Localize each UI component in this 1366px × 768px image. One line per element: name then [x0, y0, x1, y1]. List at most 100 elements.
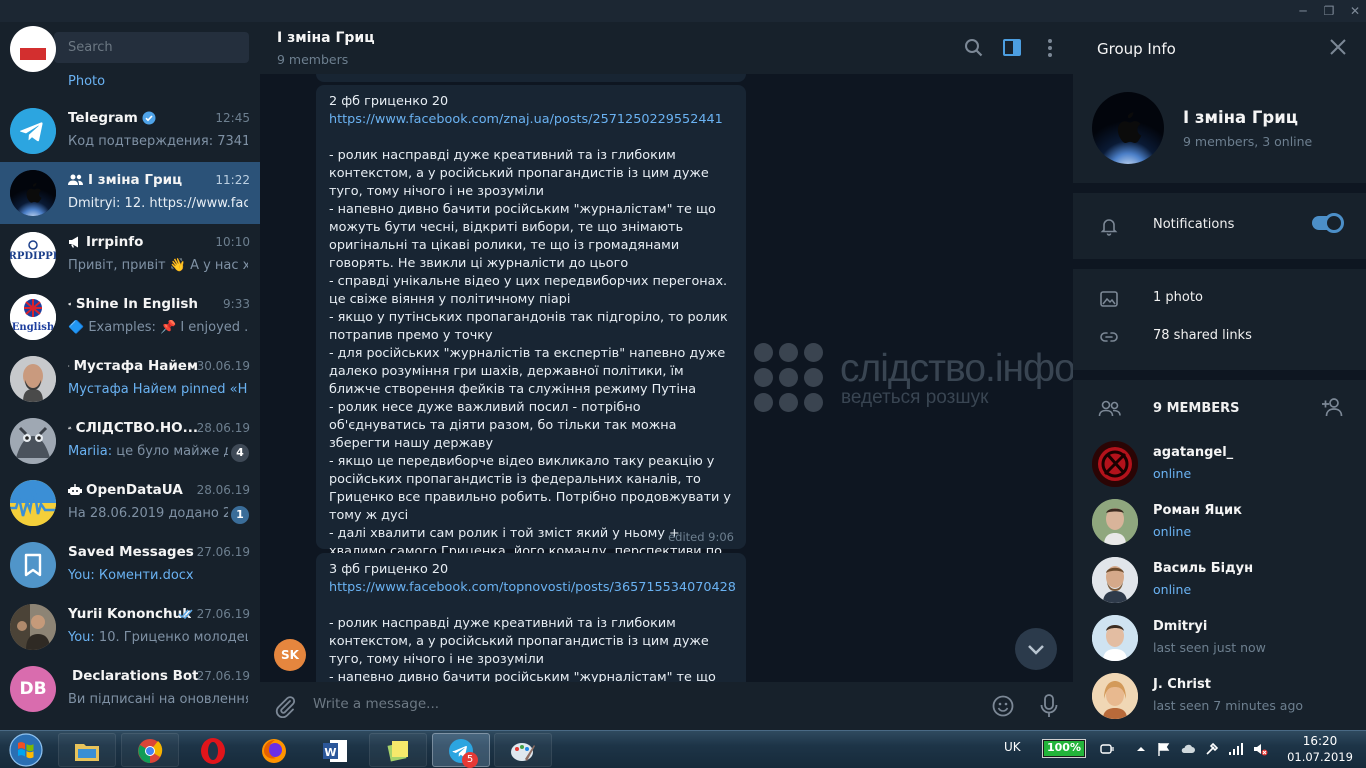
member-status: last seen 7 minutes ago	[1153, 698, 1304, 713]
plug-icon[interactable]	[1099, 741, 1115, 757]
chat-item-yurii-kononchuk[interactable]: Yurii Kononchuk 27.06.19 You: 10. Грицен…	[0, 596, 260, 658]
chat-time: 11:22	[215, 173, 250, 187]
toggle-info-button[interactable]	[1000, 36, 1024, 60]
add-member-icon[interactable]	[1321, 396, 1345, 418]
close-icon	[1330, 39, 1346, 55]
member-name: agatangel_	[1153, 445, 1234, 460]
chat-item-irrpinfo[interactable]: RPDIPPI Irrpinfo 10:10 Привіт, привіт 👋 …	[0, 224, 260, 286]
chat-panel: І зміна Гриц 9 members 2 фб гриценко 20 …	[260, 22, 1073, 730]
divider	[1073, 259, 1366, 269]
nayem-avatar	[10, 356, 56, 402]
member-name: Dmitryi	[1153, 619, 1208, 634]
telegram-window: ─ ❐ ✕ Search Photo Telegram 12:45 Код по…	[0, 0, 1366, 768]
show-hidden-icons[interactable]	[1133, 741, 1149, 757]
member-item[interactable]: Василь Бідун online	[1073, 551, 1366, 609]
clock-date[interactable]: 01.07.2019	[1282, 750, 1358, 764]
chat-time: 27.06.19	[196, 545, 250, 559]
taskbar-telegram[interactable]: 5	[432, 733, 490, 768]
chat-item-saved-messages[interactable]: Saved Messages 27.06.19 You: Коменти.doc…	[0, 534, 260, 596]
bell-icon	[1100, 219, 1118, 236]
chat-time: 28.06.19	[196, 483, 250, 497]
search-icon	[965, 39, 983, 57]
chat-item-telegram[interactable]: Telegram 12:45 Код подтверждения: 73414.…	[0, 100, 260, 162]
close-info-button[interactable]	[1329, 38, 1347, 56]
battery-indicator[interactable]: 100%	[1042, 739, 1086, 758]
emoji-icon[interactable]	[991, 694, 1015, 718]
shared-links-label: 78 shared links	[1153, 328, 1252, 343]
windows-taskbar: W 5 UK 100% 16:20 01.07.2019	[0, 730, 1366, 768]
message-input[interactable]: Write a message...	[313, 696, 439, 712]
chat-item-slidstvo[interactable]: СЛІДСТВО.НО... 28.06.19 Mariia: це було …	[0, 410, 260, 472]
taskbar-firefox[interactable]	[245, 733, 303, 767]
taskbar-file-explorer[interactable]	[58, 733, 116, 767]
chat-item-i-zmina-hryts[interactable]: І зміна Гриц 11:22 Dmitryi: 12. https://…	[0, 162, 260, 224]
member-item[interactable]: J. Christ last seen 7 minutes ago	[1073, 667, 1366, 725]
group-avatar-large[interactable]	[1092, 92, 1164, 164]
tools-icon[interactable]	[1204, 741, 1220, 757]
chrome-icon	[138, 739, 163, 763]
message-link[interactable]: https://www.facebook.com/znaj.ua/posts/2…	[329, 111, 734, 129]
members-icon	[1098, 400, 1121, 417]
chat-name: Irrpinfo	[68, 234, 143, 250]
member-avatar	[1092, 673, 1138, 719]
member-avatar	[1092, 557, 1138, 603]
firefox-icon	[262, 739, 286, 763]
taskbar-paint[interactable]	[494, 733, 552, 767]
chat-item-mustafa-nayem[interactable]: Мустафа Найем 30.06.19 Мустафа Найем pin…	[0, 348, 260, 410]
message-text: - ролик насправді дуже креативний та із …	[329, 148, 731, 577]
group-avatar	[10, 170, 56, 216]
group-info-title: Group Info	[1097, 40, 1176, 58]
chat-item-partial[interactable]: Photo	[0, 26, 260, 96]
volume-muted-icon[interactable]	[1252, 741, 1268, 757]
svg-text:English: English	[12, 322, 55, 333]
chat-item-opendataua[interactable]: OpenDataUA 28.06.19 На 28.06.2019 додано…	[0, 472, 260, 534]
minimize-button[interactable]: ─	[1290, 0, 1316, 22]
close-window-button[interactable]: ✕	[1342, 0, 1366, 22]
chat-name: Shine In English	[68, 296, 198, 312]
microphone-icon[interactable]	[1037, 693, 1061, 719]
keyboard-language[interactable]: UK	[1004, 740, 1021, 754]
chat-name: І зміна Гриц	[68, 172, 182, 188]
member-name: J. Christ	[1153, 677, 1211, 692]
chat-item-declarations-bot[interactable]: DB Declarations Bot 27.06.19 Ви підписан…	[0, 658, 260, 720]
chat-name: Мустафа Найем	[68, 358, 198, 374]
more-options-button[interactable]	[1038, 36, 1062, 60]
irrpinfo-avatar: RPDIPPI	[10, 232, 56, 278]
clock-time[interactable]: 16:20	[1290, 734, 1350, 748]
taskbar-opera[interactable]	[184, 733, 242, 767]
folder-icon	[75, 744, 99, 761]
opera-icon	[201, 738, 225, 764]
paint-icon	[511, 743, 535, 761]
member-item[interactable]: Роман Яцик online	[1073, 493, 1366, 551]
message-list[interactable]: 2 фб гриценко 20 https://www.facebook.co…	[260, 74, 1073, 682]
message-bubble-partial	[316, 74, 746, 82]
taskbar-word[interactable]: W	[306, 733, 364, 767]
chat-preview: You: 10. Гриценко молодец...	[68, 630, 248, 645]
taskbar-chrome[interactable]	[121, 733, 179, 767]
chat-name: Yurii Kononchuk	[68, 606, 192, 622]
chat-header: І зміна Гриц 9 members	[260, 22, 1073, 74]
start-button[interactable]	[4, 732, 48, 768]
chat-name: Telegram	[68, 110, 156, 126]
member-item[interactable]: Dmitryi last seen just now	[1073, 609, 1366, 667]
taskbar-sticky-notes[interactable]	[369, 733, 427, 767]
member-item[interactable]: agatangel_ online	[1073, 435, 1366, 493]
sender-avatar[interactable]: SK	[274, 639, 306, 671]
chat-preview: Мустафа Найем pinned «На...	[68, 382, 248, 397]
chat-title[interactable]: І зміна Гриц	[277, 30, 375, 46]
member-status: online	[1153, 524, 1192, 539]
scroll-down-button[interactable]	[1015, 628, 1057, 670]
group-info-panel: Group Info І зміна Гриц 9 members, 3 onl…	[1073, 22, 1366, 730]
search-button[interactable]	[962, 36, 986, 60]
attach-icon[interactable]	[273, 694, 297, 718]
notifications-toggle[interactable]	[1312, 213, 1344, 233]
maximize-button[interactable]: ❐	[1316, 0, 1342, 22]
message-link[interactable]: https://www.facebook.com/topnovosti/post…	[329, 579, 736, 597]
signal-icon[interactable]	[1228, 741, 1244, 757]
shared-photos-row[interactable]: 1 photo	[1073, 281, 1366, 317]
network-cloud-icon[interactable]	[1180, 741, 1196, 757]
action-center-flag-icon[interactable]	[1156, 741, 1172, 757]
shared-links-row[interactable]: 78 shared links	[1073, 319, 1366, 355]
bookmark-icon	[24, 553, 42, 577]
chat-item-shine-in-english[interactable]: English Shine In English 9:33 🔷 Examples…	[0, 286, 260, 348]
